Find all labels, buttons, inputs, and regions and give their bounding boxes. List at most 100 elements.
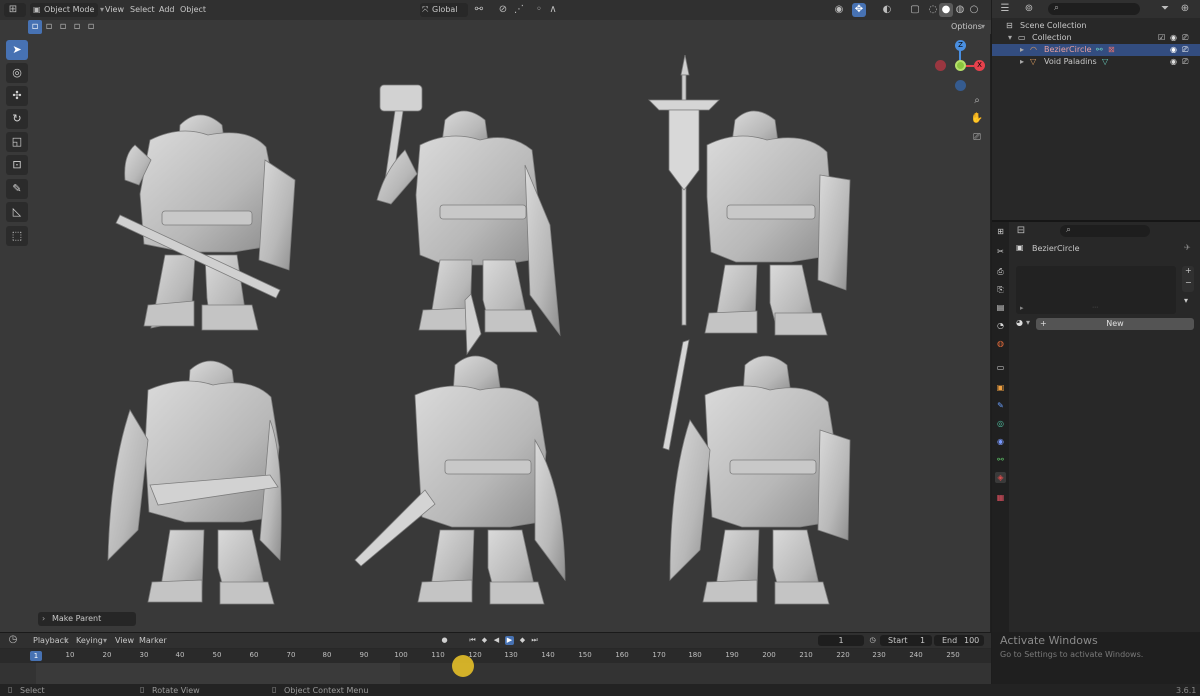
menu-marker[interactable]: Marker [136, 635, 170, 647]
editor-type-icon[interactable]: ☰ [998, 2, 1012, 16]
rotate-tool[interactable]: ↻ [6, 109, 28, 129]
camera-icon[interactable]: ⎚ [970, 131, 984, 145]
menu-select[interactable]: Select [127, 4, 158, 16]
menu-keying[interactable]: Keying [73, 635, 106, 647]
outliner[interactable]: ☰ ⊚ ⌕ ⏷ ⊕ ⊟ Scene Collection ▾ ▭ Collect… [992, 0, 1200, 220]
proportional-edit-icon[interactable]: ◦ [532, 3, 546, 17]
select-intersect-icon[interactable]: ▫ [84, 20, 98, 34]
transform-orientation-dropdown[interactable]: ⤧ Global [420, 3, 468, 17]
gizmo-neg-z-handle[interactable] [955, 80, 966, 91]
scene-collection-row[interactable]: ⊟ Scene Collection [992, 20, 1200, 32]
select-box-tool[interactable]: ➤ [6, 40, 28, 60]
mode-dropdown[interactable]: ▣ Object Mode ▾ [30, 3, 104, 17]
timeline-editor[interactable]: ◷ Playback ▾ Keying ▾ View Marker ● ⏮ ◆ … [0, 632, 991, 685]
collection-row[interactable]: ▾ ▭ Collection ☑ ◉ ⎚ [992, 32, 1200, 44]
move-tool[interactable]: ✣ [6, 86, 28, 106]
camera-icon[interactable]: ⎚ [1182, 44, 1188, 56]
particles-tab-icon[interactable]: ◎ [995, 418, 1006, 429]
properties-editor[interactable]: ⊞ ✂ ⎙ ⎘ ▤ ◔ ◍ ▭ ▣ ✎ ◎ ◉ ⚯ ◈ ▦ ⊟ ⌕ ▣ Bezi… [992, 222, 1200, 632]
prev-keyframe-icon[interactable]: ◆ [480, 636, 489, 645]
shading-material-icon[interactable]: ◍ [953, 3, 967, 17]
camera-icon[interactable]: ⎚ [1182, 56, 1188, 68]
annotate-tool[interactable]: ✎ [6, 179, 28, 199]
checkbox-icon[interactable]: ☑ [1158, 32, 1165, 44]
measure-tool[interactable]: ◺ [6, 202, 28, 222]
outliner-item-void-paladins[interactable]: ▸ ▽ Void Paladins ▽ ◉ ⎚ [992, 56, 1200, 68]
camera-icon[interactable]: ⎚ [1182, 32, 1188, 44]
constraints-tab-icon[interactable]: ⚯ [995, 454, 1006, 465]
cursor-tool[interactable]: ◎ [6, 63, 28, 83]
operator-panel[interactable]: › Make Parent [38, 612, 136, 626]
editor-type-icon[interactable]: ⊞ [995, 226, 1006, 237]
shading-solid-button[interactable]: ● [939, 3, 953, 17]
play-reverse-icon[interactable]: ◀ [492, 636, 501, 645]
zoom-icon[interactable]: ⌕ [970, 94, 984, 108]
minus-icon[interactable]: − [1185, 278, 1192, 287]
keyframe-track[interactable] [0, 663, 991, 685]
shading-wire-icon[interactable]: ◌ [926, 3, 940, 17]
pin-icon[interactable]: ✈ [1184, 243, 1191, 252]
output-tab-icon[interactable]: ⎘ [995, 284, 1006, 295]
gizmo-z-handle[interactable]: Z [955, 40, 966, 51]
editor-type-icon[interactable]: ⊟ [1014, 224, 1028, 238]
clock-icon[interactable]: ◷ [6, 633, 20, 647]
paladin-figure-sword-up[interactable] [662, 339, 851, 605]
resize-handle-icon[interactable]: ⋯ [1092, 304, 1098, 311]
material-browse-button[interactable]: ◕ ▾ [1016, 318, 1036, 330]
transform-tool[interactable]: ⊡ [6, 155, 28, 175]
frame-ruler[interactable]: 1 10 20 30 40 50 60 70 80 90 100 110 120… [0, 649, 991, 663]
expand-icon[interactable]: ▸ [1020, 304, 1024, 312]
playhead-label[interactable]: 1 [30, 651, 42, 661]
editor-type-button[interactable]: ⊞ [4, 3, 26, 17]
menu-add[interactable]: Add [156, 4, 178, 16]
filter-icon[interactable]: ⏷ [1158, 2, 1172, 16]
tool-tab-icon[interactable]: ✂ [995, 246, 1006, 257]
outliner-item-beziercircle[interactable]: ▸ ◠ BezierCircle ⚯ ⊠ ◉ ⎚ [992, 44, 1200, 56]
outliner-search-input[interactable]: ⌕ [1048, 3, 1140, 15]
select-new-icon[interactable]: ▫ [28, 20, 42, 34]
options-dropdown[interactable]: Options [951, 22, 982, 31]
object-tab-icon[interactable]: ▣ [995, 382, 1006, 393]
modifier-tab-icon[interactable]: ✎ [995, 400, 1006, 411]
record-icon[interactable]: ● [440, 636, 449, 645]
eye-icon[interactable]: ◉ [1170, 44, 1177, 56]
paladin-figure-banner[interactable] [648, 55, 851, 336]
world-tab-icon[interactable]: ◍ [995, 338, 1006, 349]
falloff-icon[interactable]: ∧ [546, 3, 560, 17]
clock-icon[interactable]: ◷ [868, 636, 877, 645]
new-material-button[interactable]: + New [1036, 318, 1194, 330]
select-subtract-icon[interactable]: ▫ [56, 20, 70, 34]
material-tab-icon[interactable]: ▦ [995, 492, 1006, 503]
jump-start-icon[interactable]: ⏮ [468, 636, 477, 645]
properties-search-input[interactable]: ⌕ [1060, 225, 1150, 237]
3d-viewport[interactable]: ⊞ ▣ Object Mode ▾ View Select Add Object… [0, 0, 991, 632]
scale-tool[interactable]: ◱ [6, 132, 28, 152]
scene-tab-icon[interactable]: ◔ [995, 320, 1006, 331]
view-layer-tab-icon[interactable]: ▤ [995, 302, 1006, 313]
gizmo-y-handle[interactable] [955, 60, 966, 71]
visibility-icon[interactable]: ◉ [832, 3, 846, 17]
eye-icon[interactable]: ◉ [1170, 56, 1177, 68]
add-cube-tool[interactable]: ⬚ [6, 226, 28, 246]
next-keyframe-icon[interactable]: ◆ [518, 636, 527, 645]
overlay-icon[interactable]: ◐ [880, 3, 894, 17]
end-frame-field[interactable]: End 100 [934, 635, 984, 646]
menu-view[interactable]: View [102, 4, 127, 16]
eye-icon[interactable]: ◉ [1170, 32, 1177, 44]
material-slot-list[interactable]: ▸ ⋯ [1016, 266, 1176, 314]
gizmo-toggle-button[interactable]: ✥ [852, 3, 866, 17]
physics-tab-icon[interactable]: ◉ [995, 436, 1006, 447]
pan-hand-icon[interactable]: ✋ [970, 112, 984, 126]
select-invert-icon[interactable]: ▫ [70, 20, 84, 34]
gizmo-x-handle[interactable]: X [974, 60, 985, 71]
menu-view[interactable]: View [112, 635, 137, 647]
menu-object[interactable]: Object [177, 4, 209, 16]
navigation-gizmo[interactable]: X Z [935, 38, 985, 92]
gizmo-neg-x-handle[interactable] [935, 60, 946, 71]
xray-icon[interactable]: ▢ [908, 3, 922, 17]
play-icon[interactable]: ▶ [505, 636, 514, 645]
data-tab-icon[interactable]: ◈ [995, 472, 1006, 483]
new-collection-icon[interactable]: ⊕ [1178, 2, 1192, 16]
paladin-figure-rifle[interactable] [107, 360, 282, 605]
snap-target-icon[interactable]: ⋰ [512, 3, 526, 17]
